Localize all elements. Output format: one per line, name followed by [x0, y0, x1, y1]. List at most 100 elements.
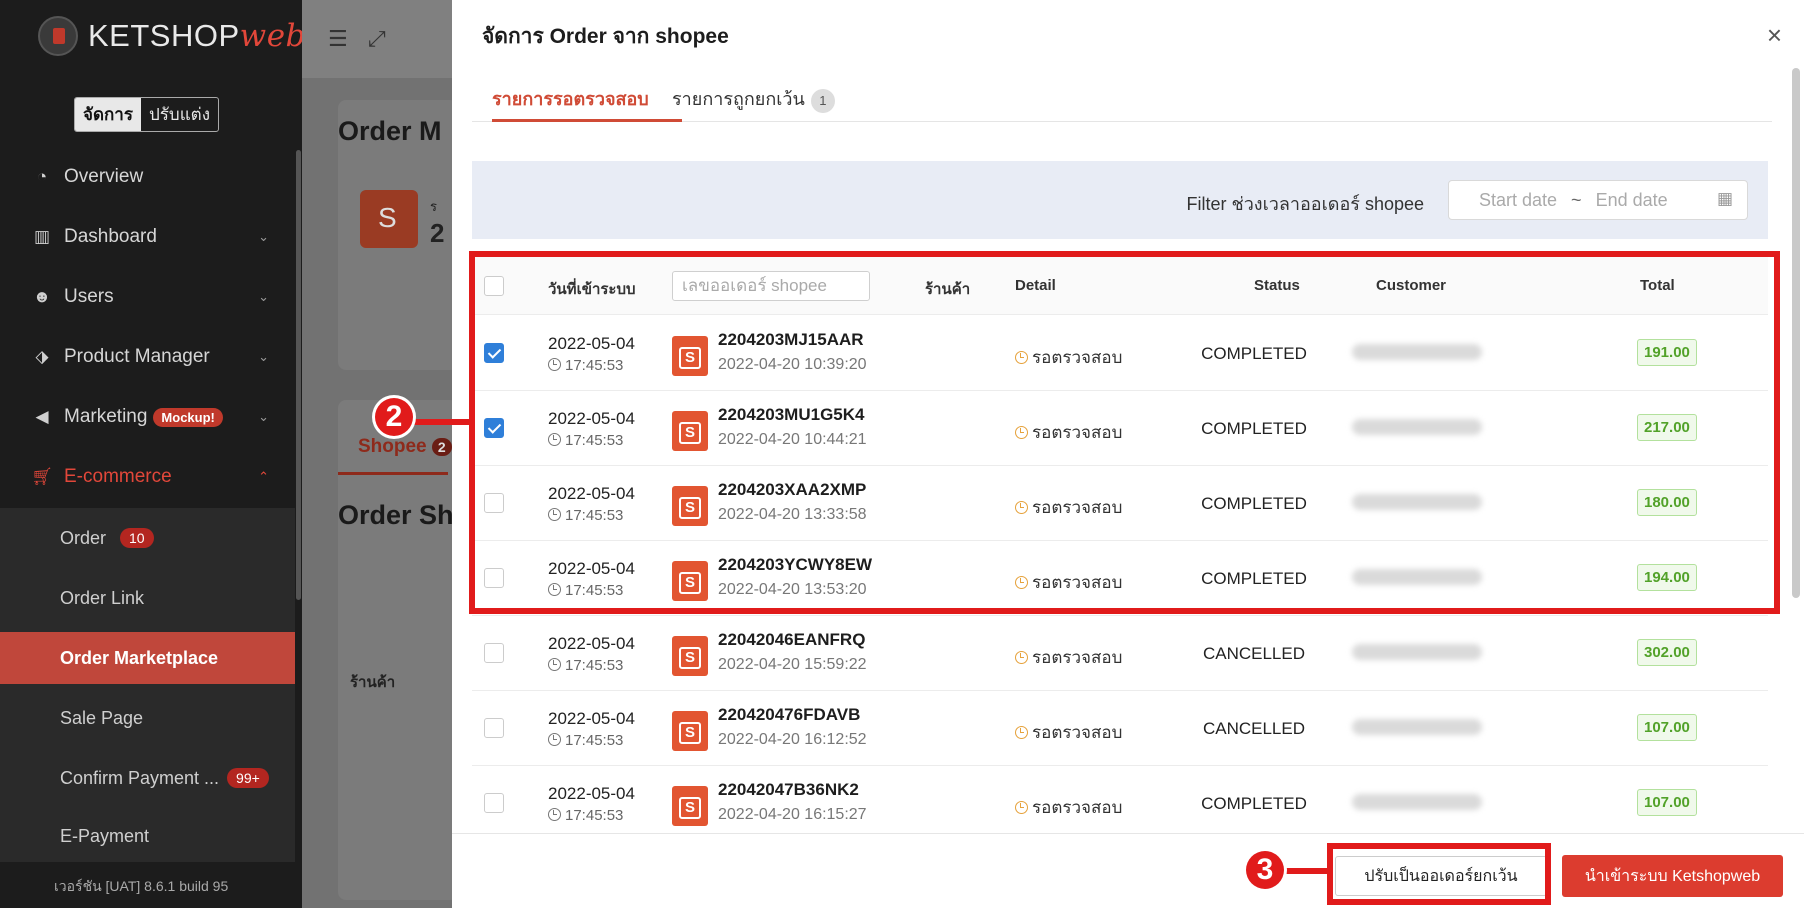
- table-row[interactable]: 2022-05-04 17:45:53 S 2204203YCWY8EW 2022-04…: [472, 541, 1768, 616]
- subnav-sale-page[interactable]: Sale Page: [0, 692, 295, 744]
- megaphone-icon: ◀: [35, 407, 49, 426]
- ecommerce-subnav: Order 10 Order Link Order Marketplace Sa…: [0, 508, 295, 862]
- order-date: 2022-04-20 16:12:52: [718, 731, 867, 748]
- order-id[interactable]: 2204203MU1G5K4: [718, 405, 864, 425]
- table-row[interactable]: 2022-05-04 17:45:53 S 2204203MU1G5K4 2022-04…: [472, 391, 1768, 466]
- order-search-input[interactable]: [673, 272, 869, 300]
- mark-as-exception-button[interactable]: ปรับเป็นออเดอร์ยกเว้น: [1335, 856, 1547, 896]
- table-row[interactable]: 2022-05-04 17:45:53 S 2204203XAA2XMP 2022-04…: [472, 466, 1768, 541]
- order-status: COMPLETED: [1201, 344, 1307, 363]
- nav-users[interactable]: ☻ Users ⌄: [0, 267, 295, 327]
- customer-name-blurred: [1352, 719, 1482, 735]
- import-to-ketshopweb-button[interactable]: นำเข้าระบบ Ketshopweb: [1562, 855, 1783, 897]
- nav-marketing[interactable]: ◀ Marketing Mockup! ⌄: [0, 387, 295, 447]
- subnav-order-link[interactable]: Order Link: [0, 572, 295, 624]
- table-row[interactable]: 2022-05-04 17:45:53 S 220420476FDAVB 2022-04…: [472, 691, 1768, 766]
- drawer-scrollbar[interactable]: [1792, 68, 1800, 598]
- row-checkbox[interactable]: [484, 793, 504, 813]
- mode-customize[interactable]: ปรับแต่ง: [141, 98, 218, 131]
- clock-icon: [548, 808, 561, 821]
- clock-icon: [548, 658, 561, 671]
- row-checkbox[interactable]: [484, 568, 504, 588]
- clock-icon: [548, 733, 561, 746]
- order-date: 2022-04-20 16:15:27: [718, 806, 867, 823]
- filter-bar: Filter ช่วงเวลาออเดอร์ shopee Start date…: [472, 161, 1768, 239]
- sidebar-scrollbar[interactable]: [296, 150, 301, 600]
- row-date: 2022-05-04: [548, 784, 635, 803]
- brand-logo[interactable]: KETSHOPweb: [38, 16, 306, 56]
- select-all-checkbox[interactable]: [484, 276, 504, 296]
- order-total: 180.00: [1637, 489, 1697, 516]
- row-checkbox[interactable]: [484, 643, 504, 663]
- order-date: 2022-04-20 10:39:20: [718, 356, 867, 373]
- subnav-order[interactable]: Order 10: [0, 512, 295, 564]
- row-checkbox[interactable]: [484, 493, 504, 513]
- shopee-icon: S: [672, 636, 708, 676]
- chevron-down-icon: ⌄: [258, 409, 269, 424]
- pending-clock-icon: [1015, 651, 1028, 664]
- version-label: เวอร์ชัน [UAT] 8.6.1 build 95: [54, 878, 229, 894]
- row-date: 2022-05-04: [548, 409, 635, 428]
- nav-dashboard[interactable]: ▥ Dashboard ⌄: [0, 207, 295, 267]
- subnav-e-payment[interactable]: E-Payment: [0, 810, 295, 862]
- end-date-input[interactable]: End date: [1596, 190, 1668, 211]
- orders-card: [338, 400, 458, 900]
- row-checkbox[interactable]: [484, 418, 504, 438]
- start-date-input[interactable]: Start date: [1479, 190, 1557, 211]
- calendar-icon: ▦: [1716, 189, 1733, 208]
- mode-manage[interactable]: จัดการ: [75, 98, 141, 131]
- clock-icon: [548, 583, 561, 596]
- clock-icon: [548, 508, 561, 521]
- nav-overview[interactable]: ◔ Overview: [0, 147, 295, 207]
- tab-pending-review[interactable]: รายการรอตรวจสอบ: [492, 84, 649, 113]
- nav-product-manager[interactable]: ⬗ Product Manager ⌄: [0, 327, 295, 387]
- close-icon[interactable]: ×: [1767, 20, 1782, 51]
- pending-clock-icon: [1015, 576, 1028, 589]
- row-checkbox[interactable]: [484, 343, 504, 363]
- menu-collapse-icon[interactable]: ☰: [328, 26, 348, 52]
- subnav-confirm-payment[interactable]: Confirm Payment ... 99+: [0, 752, 295, 804]
- date-range-picker[interactable]: Start date ~ End date ▦: [1448, 180, 1748, 220]
- row-date: 2022-05-04: [548, 334, 635, 353]
- detail-status: รอตรวจสอบ: [1015, 494, 1122, 521]
- row-date: 2022-05-04: [548, 709, 635, 728]
- shopee-icon: S: [672, 561, 708, 601]
- header-customer: Customer: [1376, 277, 1447, 294]
- order-id[interactable]: 2204203YCWY8EW: [718, 555, 872, 575]
- drawer-footer: ปรับเป็นออเดอร์ยกเว้น นำเข้าระบบ Ketshop…: [452, 833, 1804, 908]
- order-search-field[interactable]: [672, 271, 870, 301]
- section-title: Order Sh: [338, 500, 454, 530]
- order-id[interactable]: 2204203XAA2XMP: [718, 480, 866, 500]
- customer-name-blurred: [1352, 344, 1482, 360]
- confirm-count-badge: 99+: [227, 768, 269, 788]
- tab-excluded[interactable]: รายการถูกยกเว้น 1: [672, 84, 835, 113]
- date-separator: ~: [1571, 189, 1582, 210]
- pending-clock-icon: [1015, 501, 1028, 514]
- order-id[interactable]: 22042047B36NK2: [718, 780, 859, 800]
- users-icon: ☻: [33, 287, 51, 306]
- row-time: 17:45:53: [548, 657, 623, 674]
- fullscreen-icon[interactable]: ⤢: [368, 26, 386, 52]
- clock-icon: [548, 433, 561, 446]
- order-id[interactable]: 220420476FDAVB: [718, 705, 860, 725]
- tab-shopee[interactable]: Shopee 2: [358, 436, 452, 458]
- nav-ecommerce[interactable]: 🛒︎ E-commerce ⌃: [0, 447, 295, 507]
- order-total: 194.00: [1637, 564, 1697, 591]
- row-time: 17:45:53: [548, 807, 623, 824]
- table-row[interactable]: 2022-05-04 17:45:53 S 22042046EANFRQ 2022-04…: [472, 616, 1768, 691]
- order-id[interactable]: 22042046EANFRQ: [718, 630, 865, 650]
- row-checkbox[interactable]: [484, 718, 504, 738]
- order-total: 217.00: [1637, 414, 1697, 441]
- table-row[interactable]: 2022-05-04 17:45:53 S 22042047B36NK2 2022-04…: [472, 766, 1768, 841]
- shopee-icon: S: [672, 411, 708, 451]
- order-count-badge: 10: [120, 528, 154, 548]
- row-time: 17:45:53: [548, 582, 623, 599]
- order-id[interactable]: 2204203MJ15AAR: [718, 330, 864, 350]
- order-status: CANCELLED: [1202, 719, 1306, 738]
- table-row[interactable]: 2022-05-04 17:45:53 S 2204203MJ15AAR 2022-04…: [472, 316, 1768, 391]
- tab-underline: [338, 472, 448, 475]
- order-status: COMPLETED: [1201, 569, 1307, 588]
- subnav-order-marketplace[interactable]: Order Marketplace: [0, 632, 295, 684]
- header-total: Total: [1640, 277, 1675, 294]
- pending-clock-icon: [1015, 426, 1028, 439]
